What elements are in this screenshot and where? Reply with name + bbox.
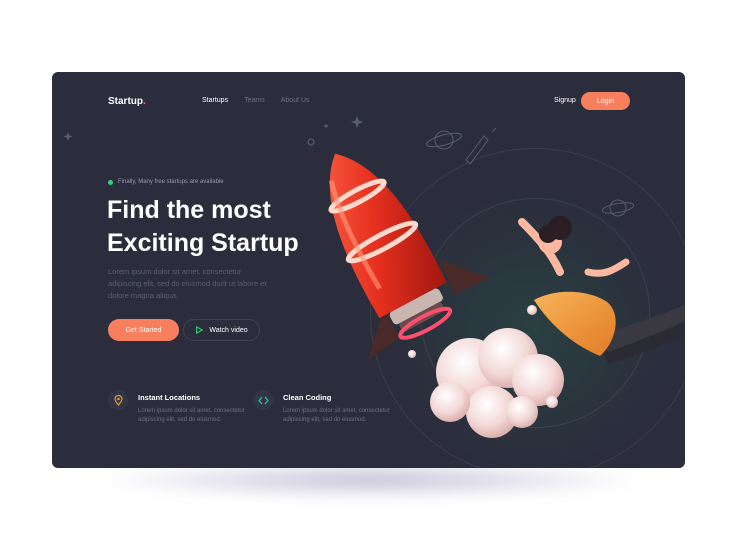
flying-person bbox=[518, 216, 685, 364]
smoke-cloud bbox=[408, 305, 564, 438]
planet-doodle-icon bbox=[426, 127, 635, 217]
sparkle-icons bbox=[63, 116, 363, 146]
rocket-icon bbox=[328, 153, 490, 361]
rocket-illustration bbox=[63, 116, 685, 438]
landing-card: Startup. Startups Teams About Us Signup … bbox=[52, 72, 685, 468]
